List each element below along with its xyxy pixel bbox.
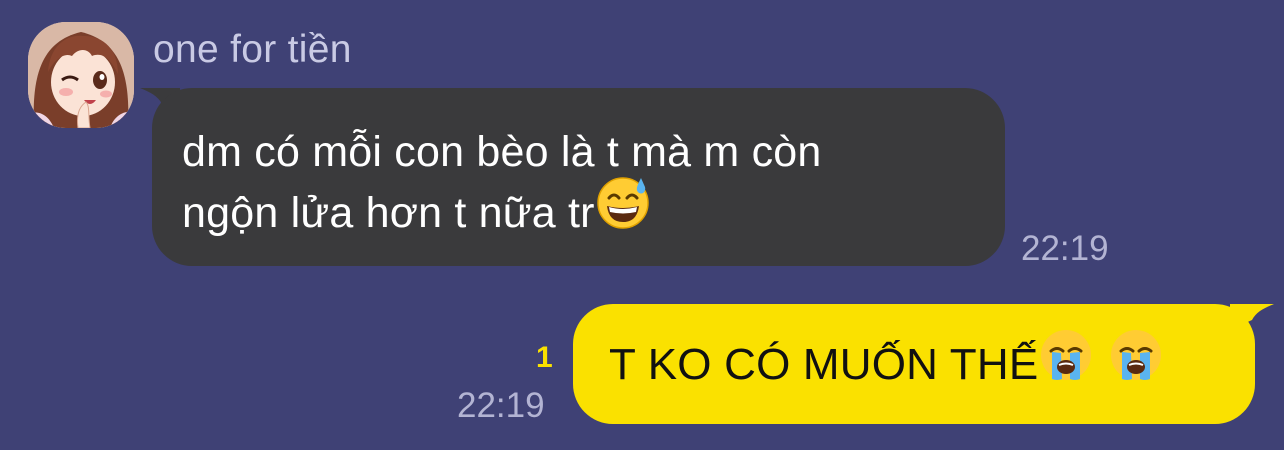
anime-girl-avatar-icon [28, 22, 134, 128]
incoming-message-bubble[interactable]: dm có mỗi con bèo là t mà m còn ngộn lửa… [152, 88, 1005, 266]
loudly-crying-face-icon [1038, 327, 1094, 398]
sender-name: one for tiền [153, 28, 352, 71]
incoming-message-time: 22:19 [1021, 229, 1109, 268]
grinning-face-with-sweat-icon [595, 174, 651, 247]
outgoing-message-bubble[interactable]: T KO CÓ MUỐN THẾ [573, 304, 1255, 424]
incoming-message-line-1: dm có mỗi con bèo là t mà m còn [182, 128, 822, 176]
incoming-message-text: dm có mỗi con bèo là t mà m còn ngộn lửa… [182, 122, 982, 247]
outgoing-message-label: T KO CÓ MUỐN THẾ [609, 340, 1039, 389]
outgoing-message-time: 22:19 [457, 386, 545, 425]
outgoing-message-text: T KO CÓ MUỐN THẾ [609, 329, 1164, 398]
incoming-message-line-2: ngộn lửa hơn t nữa tr [182, 189, 595, 237]
unread-count-badge: 1 [536, 341, 553, 374]
loudly-crying-face-icon [1108, 327, 1164, 398]
sender-avatar[interactable] [28, 22, 134, 128]
